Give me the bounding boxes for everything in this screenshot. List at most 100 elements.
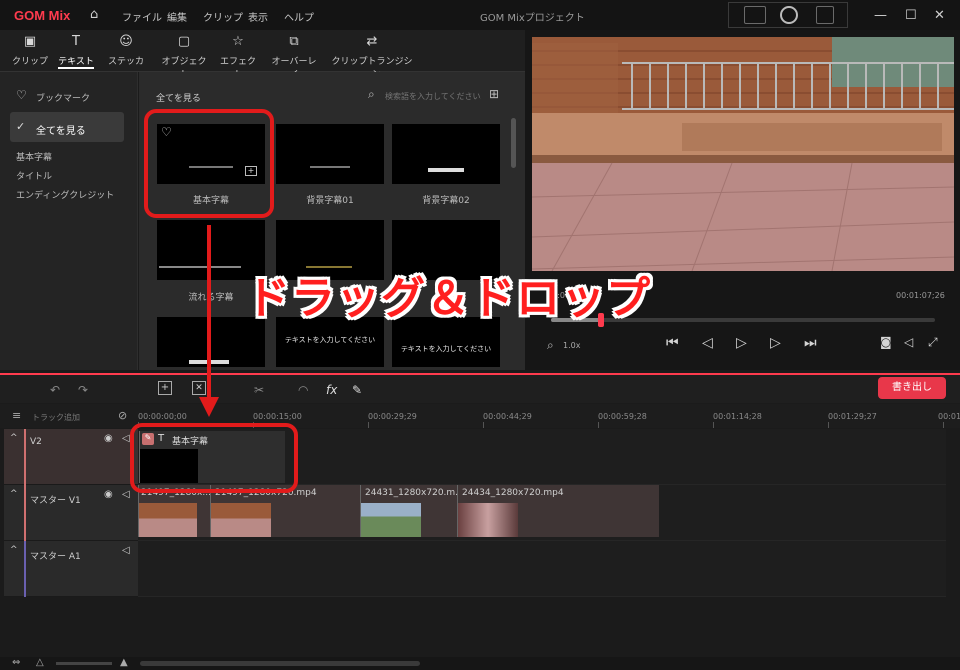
tab-text[interactable]: T テキスト <box>56 34 96 69</box>
track-header-a1[interactable]: ^ マスター A1 ◁ <box>4 541 138 597</box>
library-heading: 全てを見る <box>156 94 201 104</box>
menu-edit[interactable]: 編集 <box>167 9 187 24</box>
clip-thumbnail <box>458 503 518 537</box>
zoom-level: 1.0x <box>563 341 581 350</box>
skip-start-icon[interactable]: ⏮ <box>666 335 679 351</box>
sidebar-item-title[interactable]: タイトル <box>16 169 52 182</box>
next-frame-icon[interactable]: ▷ <box>770 335 781 351</box>
track-header-bar: ≡ トラック追加 ⊘ <box>0 404 138 428</box>
prev-frame-icon[interactable]: ◁ <box>702 335 713 351</box>
pen-icon[interactable]: ✎ <box>352 383 362 397</box>
zoom-in-icon[interactable]: ▲ <box>120 657 128 668</box>
speaker-icon[interactable]: ◁ <box>122 489 130 500</box>
zoom-out-icon[interactable]: △ <box>36 657 44 668</box>
add-clip-icon[interactable]: + <box>158 381 172 395</box>
sidebar-item-basic-subtitle[interactable]: 基本字幕 <box>16 150 52 163</box>
fullscreen-icon[interactable]: ⤢ <box>928 335 938 350</box>
track-list-icon[interactable]: ≡ <box>12 409 21 422</box>
template-label: 背景字幕02 <box>422 196 470 206</box>
sidebar-item-bookmark[interactable]: ブックマーク <box>36 91 90 104</box>
sticker-icon: ☺ <box>119 34 133 49</box>
eye-icon[interactable]: ◉ <box>104 433 113 444</box>
maximize-icon[interactable]: ☐ <box>905 8 917 23</box>
menu-clip[interactable]: クリップ <box>203 9 243 24</box>
play-icon[interactable]: ▷ <box>736 335 747 351</box>
object-icon: ▢ <box>177 34 191 49</box>
search-icon[interactable]: ⌕ <box>368 87 375 102</box>
overlay-icon: ⧉ <box>289 34 299 49</box>
sidebar-item-ending-credit[interactable]: エンディングクレジット <box>16 188 114 201</box>
fx-icon[interactable]: fx <box>326 383 337 397</box>
snapshot-icon[interactable]: ◙ <box>880 335 892 349</box>
collapse-icon[interactable]: ^ <box>10 545 18 555</box>
clip-thumbnail <box>139 503 197 537</box>
app-logo: GOM Mix <box>14 8 71 23</box>
drag-drop-caption: ドラッグ＆ドロップ <box>246 273 651 324</box>
speaker-icon[interactable]: ◁ <box>122 433 130 444</box>
magnet-icon[interactable]: ⊘ <box>118 409 127 422</box>
skip-end-icon[interactable]: ⏭ <box>804 335 817 351</box>
ruler-label: 00:00:15;00 <box>253 412 302 421</box>
track-header-v2[interactable]: ^ V2 ◉ ◁ <box>4 429 138 485</box>
menu-help[interactable]: ヘルプ <box>284 9 314 24</box>
search-input[interactable] <box>385 89 481 103</box>
collapse-icon[interactable]: ^ <box>10 433 18 443</box>
heart-icon: ♡ <box>16 88 27 102</box>
close-icon[interactable]: ✕ <box>934 8 945 23</box>
ruler-label: 00:00:00;00 <box>138 412 187 421</box>
eye-icon[interactable]: ◉ <box>104 489 113 500</box>
zoom-icon[interactable]: ⌕ <box>547 338 554 353</box>
total-time: 00:01:07;26 <box>896 291 945 300</box>
collapse-icon[interactable]: ^ <box>10 489 18 499</box>
clip-label: 24434_1280x720.mp4 <box>462 488 564 498</box>
video-clip[interactable]: 24434_1280x720.mp4 <box>457 485 659 537</box>
grid-view-icon[interactable]: ⊞ <box>489 87 499 101</box>
template-thumb-bg01[interactable] <box>276 124 384 184</box>
title-bar: GOM Mix ⌂ ファイル 編集 クリップ 表示 ヘルプ GOM Mixプロジ… <box>0 0 960 30</box>
menu-view[interactable]: 表示 <box>248 9 268 24</box>
ruler-label: 00:00:29;29 <box>368 412 417 421</box>
library-scrollbar[interactable] <box>511 118 516 168</box>
clip-label: 24431_1280x720.m... <box>365 488 464 498</box>
video-preview <box>532 37 954 271</box>
speaker-icon[interactable]: ◁ <box>122 545 130 556</box>
timeline-scrollbar[interactable] <box>140 661 420 666</box>
redo-icon[interactable]: ↷ <box>78 383 88 397</box>
timeline-zoom-bar: ⇔ △ ▲ <box>0 657 960 670</box>
ruler-label: 00:01:29;27 <box>828 412 877 421</box>
save-icon[interactable] <box>816 6 834 24</box>
track-header-v1[interactable]: ^ マスター V1 ◉ ◁ <box>4 485 138 541</box>
window-title: GOM Mixプロジェクト <box>480 13 585 24</box>
volume-icon[interactable]: ◁ <box>904 335 913 349</box>
subtitle-icon[interactable] <box>744 6 766 24</box>
speed-icon[interactable]: ◠ <box>298 383 308 397</box>
export-button[interactable]: 書き出し <box>878 377 946 399</box>
category-sidebar: ♡ ブックマーク ✓ 全てを見る 基本字幕 タイトル エンディングクレジット <box>0 72 138 370</box>
track-name: マスター A1 <box>30 552 81 562</box>
zoom-slider[interactable] <box>56 662 112 665</box>
template-thumb-bg02[interactable] <box>392 124 500 184</box>
track-name: V2 <box>30 437 42 447</box>
fit-icon[interactable]: ⇔ <box>12 657 20 668</box>
cut-icon[interactable]: ✂ <box>254 383 264 397</box>
text-icon: T <box>72 34 80 49</box>
tab-clip[interactable]: ▣ クリップ <box>12 34 48 67</box>
home-icon[interactable]: ⌂ <box>90 7 98 22</box>
highlight-box-template <box>144 109 274 218</box>
media-tabs: ▣クリップ Tテキスト ☺ステッカー ▢オブジェクト ☆エフェクト ⧉オーバーレ… <box>0 30 525 80</box>
account-icon[interactable] <box>780 6 798 24</box>
edit-toolbar: ↶ ↷ + ✕ ✂ ◠ fx ✎ <box>0 373 960 403</box>
clip-thumbnail <box>361 503 421 537</box>
undo-icon[interactable]: ↶ <box>50 383 60 397</box>
add-track-button[interactable]: トラック追加 <box>32 412 80 423</box>
track-lane-v1[interactable]: 21497_1280x... 21497_1280x720.mp4 24431_… <box>138 485 946 541</box>
menu-file[interactable]: ファイル <box>122 9 162 24</box>
video-clip[interactable]: 24431_1280x720.m... <box>360 485 464 537</box>
sidebar-item-view-all[interactable]: ✓ 全てを見る <box>10 112 124 142</box>
track-lane-a1[interactable] <box>138 541 946 597</box>
clip-thumbnail <box>211 503 271 537</box>
minimize-icon[interactable]: — <box>874 8 887 23</box>
effect-icon: ☆ <box>232 34 244 49</box>
clip-icon: ▣ <box>23 34 37 49</box>
ruler-label: 00:01:44;27 <box>938 412 960 421</box>
